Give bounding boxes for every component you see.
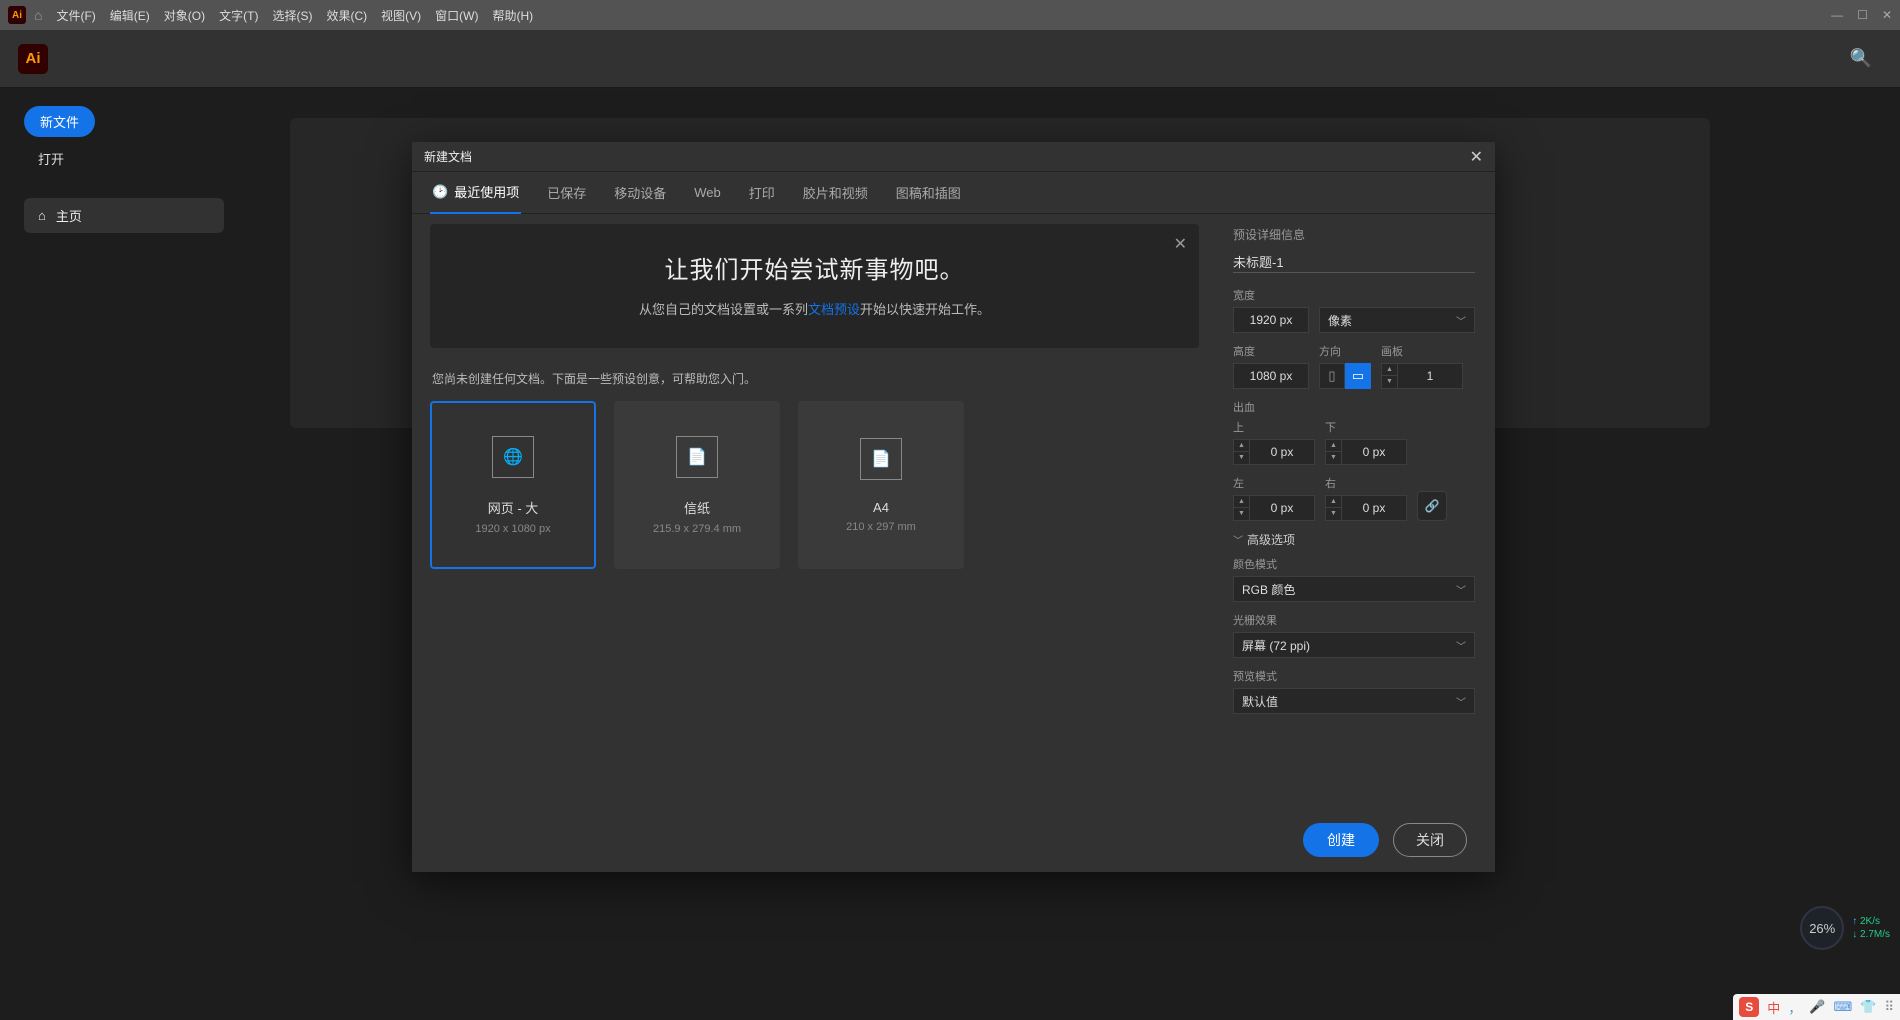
- create-button[interactable]: 创建: [1303, 823, 1379, 857]
- chevron-down-icon: ﹀: [1456, 313, 1466, 328]
- menu-type[interactable]: 文字(T): [219, 7, 258, 24]
- new-document-dialog: 新建文档 ✕ 🕑最近使用项 已保存 移动设备 Web 打印 胶片和视频 图稿和插…: [412, 142, 1495, 872]
- bleed-left-input[interactable]: ▲▼: [1233, 495, 1315, 521]
- menu-view[interactable]: 视图(V): [381, 7, 421, 24]
- menu-object[interactable]: 对象(O): [164, 7, 205, 24]
- tab-mobile[interactable]: 移动设备: [612, 172, 668, 214]
- search-icon[interactable]: 🔍: [1850, 48, 1872, 69]
- dialog-footer: 创建 关闭: [412, 808, 1495, 872]
- ai-logo: Ai: [18, 44, 48, 74]
- ime-menu-icon[interactable]: ⠿: [1884, 999, 1894, 1015]
- home-icon[interactable]: ⌂: [34, 7, 42, 23]
- advanced-toggle[interactable]: ﹀高级选项: [1233, 531, 1475, 548]
- bleed-right-input[interactable]: ▲▼: [1325, 495, 1407, 521]
- close-button[interactable]: 关闭: [1393, 823, 1467, 857]
- height-input[interactable]: [1233, 363, 1309, 389]
- open-button[interactable]: 打开: [38, 149, 64, 168]
- ime-mic-icon[interactable]: 🎤: [1809, 999, 1825, 1015]
- document-name-input[interactable]: [1233, 251, 1475, 273]
- orientation-toggle: ▯ ▭: [1319, 363, 1371, 389]
- sidebar-item-home[interactable]: ⌂ 主页: [24, 198, 224, 233]
- home-nav-icon: ⌂: [38, 208, 46, 223]
- color-mode-label: 颜色模式: [1233, 556, 1475, 572]
- preset-web-large[interactable]: 🌐 网页 - 大 1920 x 1080 px: [430, 401, 596, 569]
- orientation-label: 方向: [1319, 343, 1371, 359]
- hero-close-icon[interactable]: ✕: [1174, 234, 1187, 254]
- home-sidebar: 新文件 打开 ⌂ 主页: [0, 88, 230, 1020]
- network-widget: 26% ↑ 2K/s ↓ 2.7M/s: [1800, 906, 1890, 950]
- ime-lang[interactable]: 中: [1767, 998, 1780, 1017]
- menu-window[interactable]: 窗口(W): [435, 7, 478, 24]
- globe-icon: 🌐: [492, 436, 534, 478]
- chevron-down-icon: ﹀: [1456, 694, 1466, 709]
- cpu-usage-gauge: 26%: [1800, 906, 1844, 950]
- orientation-portrait[interactable]: ▯: [1319, 363, 1345, 389]
- hero-link[interactable]: 文档预设: [808, 302, 860, 317]
- preview-label: 预览模式: [1233, 668, 1475, 684]
- artboards-input[interactable]: ▲▼: [1381, 363, 1463, 389]
- bleed-bottom-input[interactable]: ▲▼: [1325, 439, 1407, 465]
- clock-icon: 🕑: [432, 184, 448, 200]
- sogou-icon[interactable]: S: [1739, 997, 1759, 1017]
- stepper-icon[interactable]: ▲▼: [1382, 364, 1398, 388]
- upload-speed: ↑ 2K/s: [1852, 916, 1890, 927]
- unit-select[interactable]: 像素﹀: [1319, 307, 1475, 333]
- chevron-down-icon: ﹀: [1456, 638, 1466, 653]
- menu-bar: Ai ⌂ 文件(F) 编辑(E) 对象(O) 文字(T) 选择(S) 效果(C)…: [0, 0, 1900, 30]
- raster-select[interactable]: 屏幕 (72 ppi)﹀: [1233, 632, 1475, 658]
- maximize-icon[interactable]: ☐: [1857, 8, 1868, 22]
- hero-banner: ✕ 让我们开始尝试新事物吧。 从您自己的文档设置或一系列文档预设开始以快速开始工…: [430, 224, 1199, 348]
- tab-web[interactable]: Web: [692, 172, 723, 214]
- tab-recent[interactable]: 🕑最近使用项: [430, 172, 521, 214]
- color-mode-select[interactable]: RGB 颜色﹀: [1233, 576, 1475, 602]
- raster-label: 光栅效果: [1233, 612, 1475, 628]
- menu-select[interactable]: 选择(S): [272, 7, 312, 24]
- orientation-landscape[interactable]: ▭: [1345, 363, 1371, 389]
- dialog-title-text: 新建文档: [424, 148, 472, 165]
- minimize-icon[interactable]: —: [1831, 8, 1843, 22]
- presets-caption: 您尚未创建任何文档。下面是一些预设创意，可帮助您入门。: [432, 370, 1199, 387]
- menu-file[interactable]: 文件(F): [56, 7, 95, 24]
- bleed-top-input[interactable]: ▲▼: [1233, 439, 1315, 465]
- height-label: 高度: [1233, 343, 1309, 359]
- new-file-button[interactable]: 新文件: [24, 106, 95, 137]
- preset-grid: 🌐 网页 - 大 1920 x 1080 px 📄 信纸 215.9 x 279…: [430, 401, 1199, 569]
- link-bleed-icon[interactable]: 🔗: [1417, 491, 1447, 521]
- tab-saved[interactable]: 已保存: [545, 172, 588, 214]
- preset-letter[interactable]: 📄 信纸 215.9 x 279.4 mm: [614, 401, 780, 569]
- artboards-label: 画板: [1381, 343, 1463, 359]
- ime-punct-icon[interactable]: ，: [1788, 998, 1801, 1017]
- width-input[interactable]: [1233, 307, 1309, 333]
- ime-toolbar[interactable]: S 中 ， 🎤 ⌨ 👕 ⠿: [1733, 994, 1900, 1020]
- ime-skin-icon[interactable]: 👕: [1860, 999, 1876, 1015]
- tab-art[interactable]: 图稿和插图: [894, 172, 963, 214]
- tab-print[interactable]: 打印: [747, 172, 777, 214]
- preset-a4[interactable]: 📄 A4 210 x 297 mm: [798, 401, 964, 569]
- menu-help[interactable]: 帮助(H): [492, 7, 533, 24]
- preview-select[interactable]: 默认值﹀: [1233, 688, 1475, 714]
- hero-subtitle: 从您自己的文档设置或一系列文档预设开始以快速开始工作。: [450, 299, 1179, 318]
- document-icon: 📄: [676, 436, 718, 478]
- preset-details-panel: 预设详细信息 宽度 像素﹀ 高度 方向 ▯ ▭: [1217, 214, 1495, 808]
- details-header: 预设详细信息: [1233, 226, 1475, 243]
- download-speed: ↓ 2.7M/s: [1852, 929, 1890, 940]
- dialog-titlebar: 新建文档 ✕: [412, 142, 1495, 172]
- app-header: Ai 🔍: [0, 30, 1900, 88]
- ime-keyboard-icon[interactable]: ⌨: [1834, 999, 1853, 1015]
- tab-film[interactable]: 胶片和视频: [801, 172, 870, 214]
- bleed-label: 出血: [1233, 399, 1475, 415]
- dialog-close-icon[interactable]: ✕: [1470, 147, 1483, 167]
- dialog-tabs: 🕑最近使用项 已保存 移动设备 Web 打印 胶片和视频 图稿和插图: [412, 172, 1495, 214]
- menu-effect[interactable]: 效果(C): [326, 7, 367, 24]
- menu-edit[interactable]: 编辑(E): [110, 7, 150, 24]
- document-icon: 📄: [860, 438, 902, 480]
- hero-title: 让我们开始尝试新事物吧。: [450, 250, 1179, 285]
- presets-panel: ✕ 让我们开始尝试新事物吧。 从您自己的文档设置或一系列文档预设开始以快速开始工…: [412, 214, 1217, 808]
- app-icon: Ai: [8, 6, 26, 24]
- sidebar-item-label: 主页: [56, 206, 82, 225]
- chevron-down-icon: ﹀: [1456, 582, 1466, 597]
- width-label: 宽度: [1233, 287, 1475, 303]
- chevron-down-icon: ﹀: [1233, 532, 1243, 547]
- close-window-icon[interactable]: ✕: [1882, 8, 1892, 22]
